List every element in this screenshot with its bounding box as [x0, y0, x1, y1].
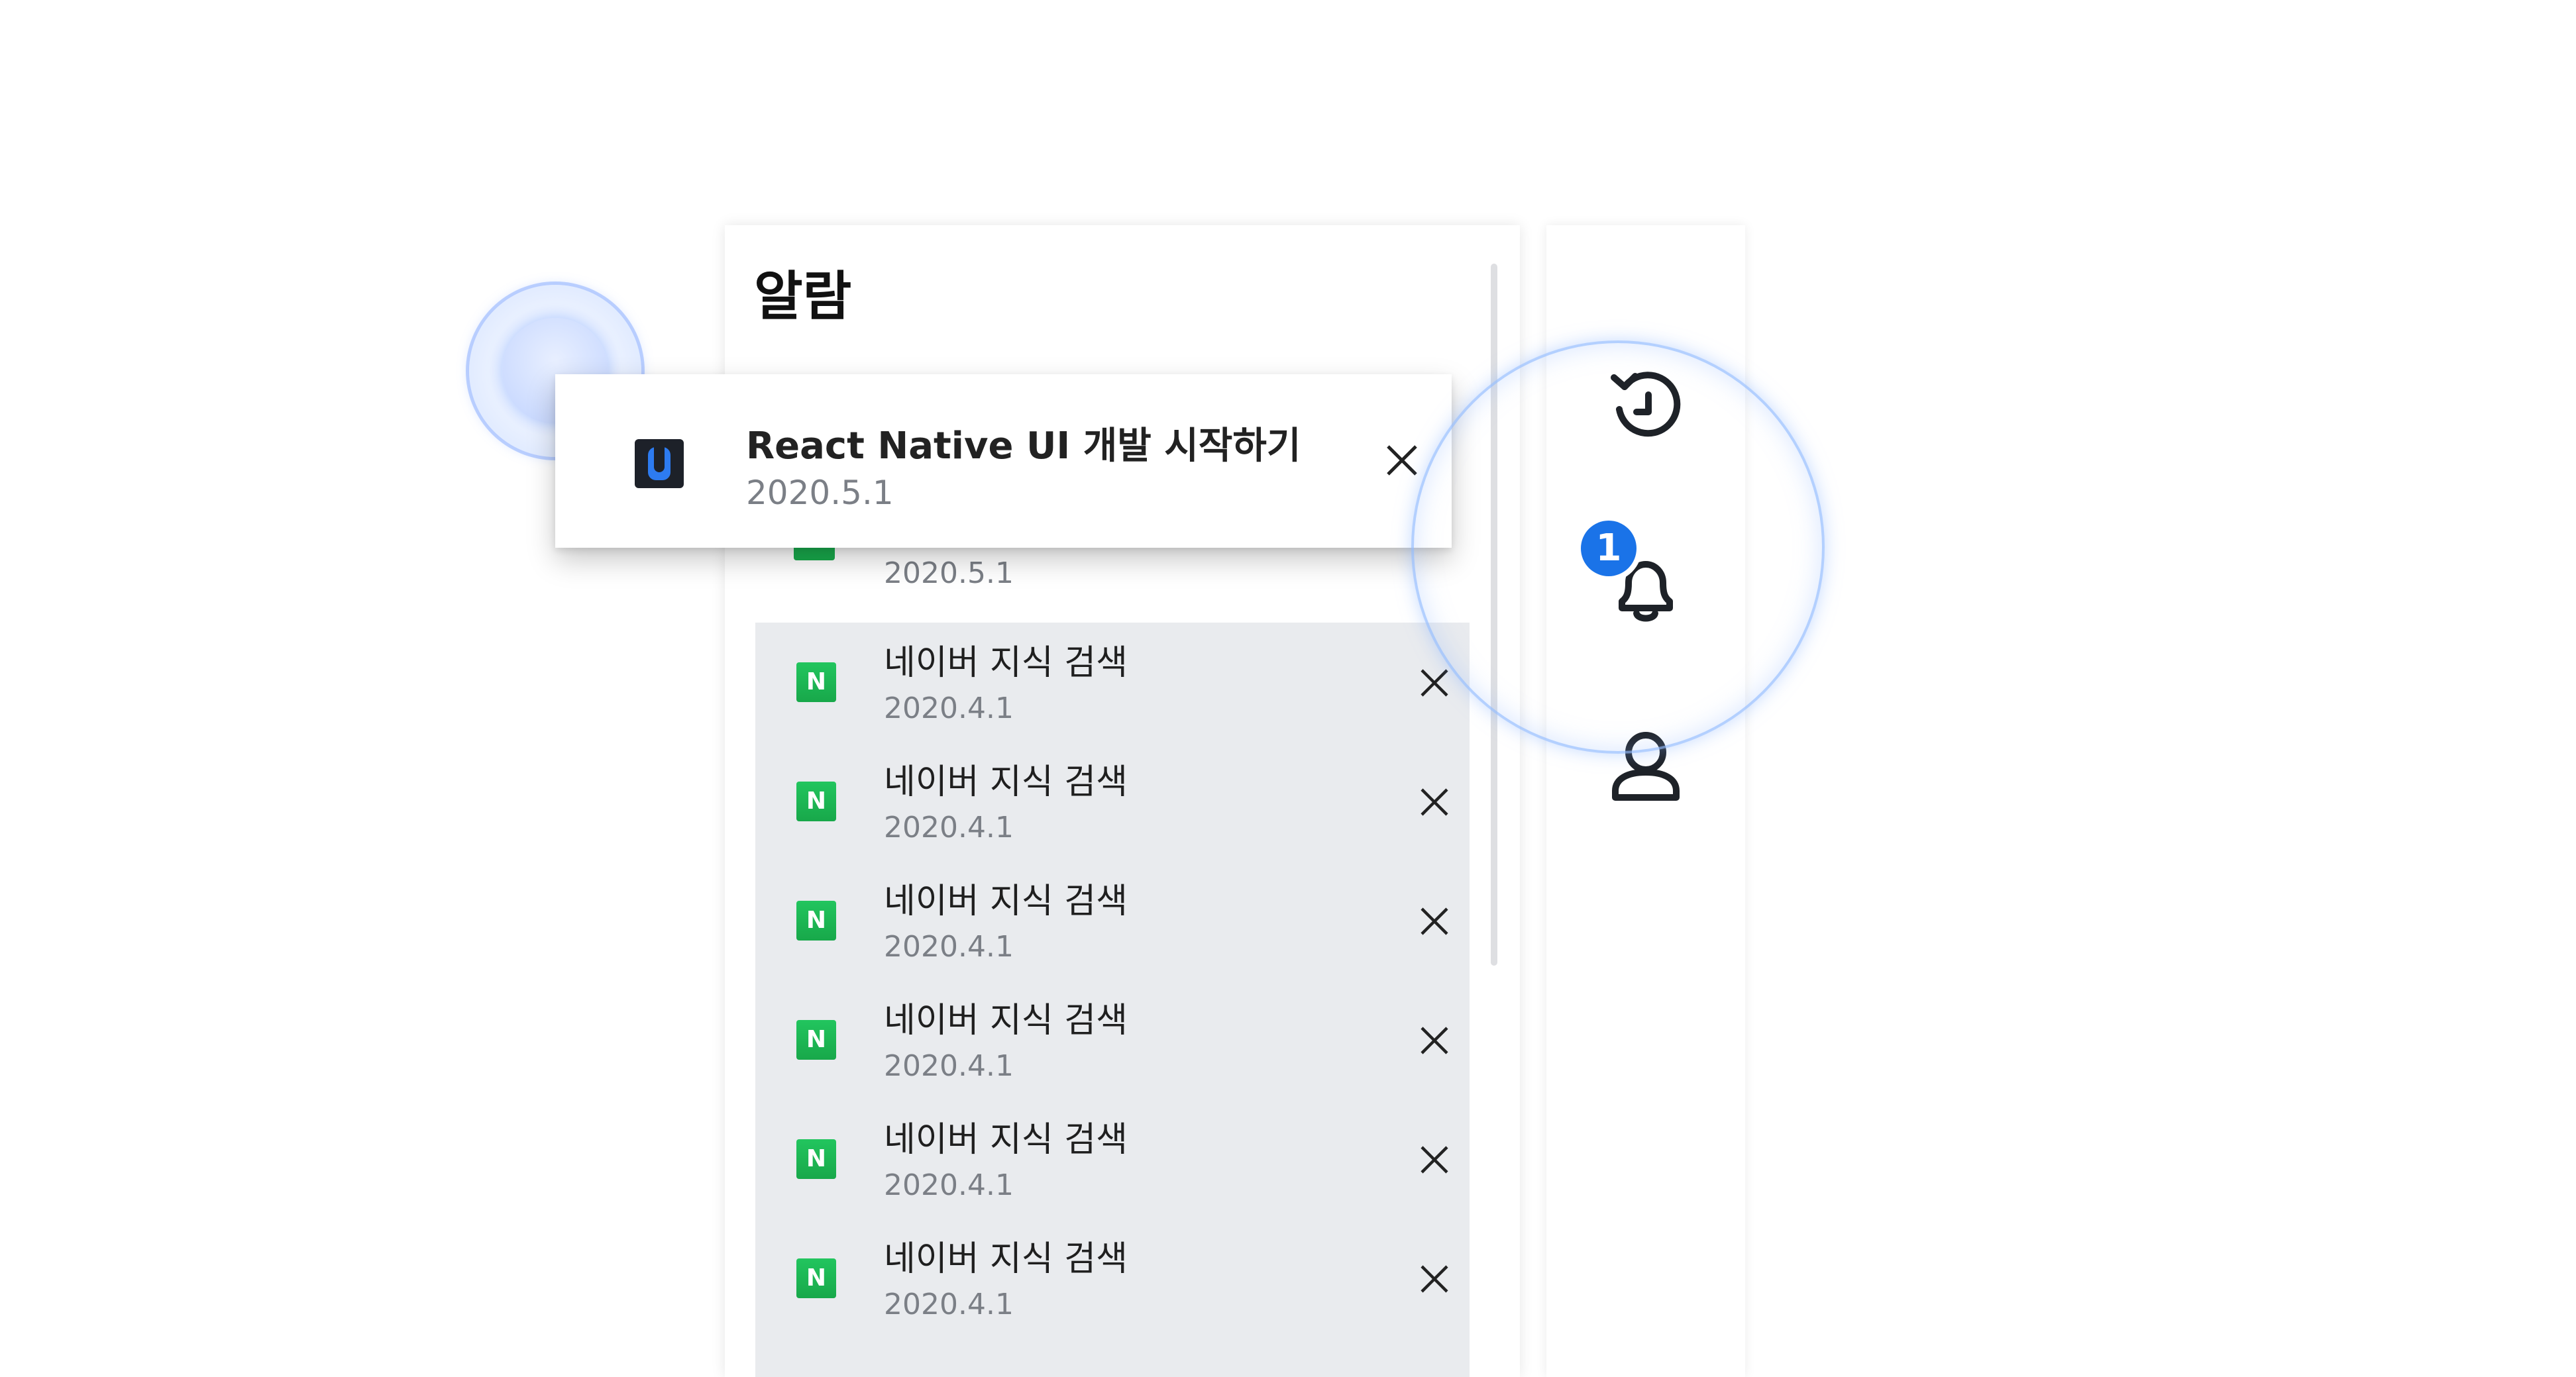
naver-logo-icon: N [796, 901, 836, 941]
close-icon[interactable] [1418, 1143, 1451, 1176]
list-item[interactable]: N 네이버 지식 검색 2020.4.1 [755, 1099, 1470, 1219]
close-icon[interactable] [1418, 1262, 1451, 1296]
notification-title: 네이버 지식 검색 [884, 882, 1128, 921]
notification-date: 2020.4.1 [884, 930, 1014, 964]
close-icon[interactable] [1418, 1024, 1451, 1057]
close-icon[interactable] [1418, 786, 1451, 819]
screen: 알람 N 네이버 지식 검색 2020.4.1 N 네이버 지식 검색 2020… [0, 0, 2576, 1377]
notification-date: 2020.4.1 [884, 1049, 1014, 1083]
panel-scrollbar[interactable] [1491, 264, 1497, 966]
notification-date: 2020.4.1 [884, 811, 1014, 844]
toast-date: 2020.5.1 [746, 474, 894, 512]
notification-title: 네이버 지식 검색 [884, 762, 1128, 802]
user-icon[interactable] [1607, 727, 1684, 804]
notification-badge: 1 [1581, 521, 1637, 576]
notification-date: 2020.4.1 [884, 1168, 1014, 1202]
notification-list: N 네이버 지식 검색 2020.4.1 N 네이버 지식 검색 2020.4.… [755, 623, 1470, 1377]
bell-icon[interactable]: 1 [1581, 521, 1684, 627]
notification-title: 네이버 지식 검색 [884, 1001, 1128, 1041]
list-item[interactable]: N 네이버 지식 검색 2020.4.1 [755, 980, 1470, 1099]
notification-date: 2020.4.1 [884, 691, 1014, 725]
naver-logo-icon: N [796, 1020, 836, 1060]
toast-notification[interactable]: React Native UI 개발 시작하기 2020.5.1 [555, 374, 1452, 548]
close-icon[interactable] [1418, 905, 1451, 938]
close-icon[interactable] [1418, 666, 1451, 699]
history-icon[interactable] [1607, 368, 1684, 445]
list-item[interactable]: N 네이버 지식 검색 2020.4.1 [755, 623, 1470, 742]
naver-logo-icon: N [796, 1258, 836, 1298]
close-icon[interactable] [1383, 442, 1421, 479]
app-logo-icon [635, 439, 684, 488]
naver-logo-icon: N [796, 662, 836, 702]
toast-title: React Native UI 개발 시작하기 [746, 425, 1301, 468]
notification-title: 네이버 지식 검색 [884, 1120, 1128, 1160]
naver-logo-icon: N [796, 782, 836, 821]
list-item[interactable]: N 네이버 지식 검색 2020.4.1 [755, 742, 1470, 861]
sidebar: 1 [1546, 225, 1745, 1377]
list-item[interactable]: N 네이버 지식 검색 2020.4.1 [755, 1219, 1470, 1338]
notification-date: 2020.5.1 [884, 556, 1014, 590]
list-item[interactable]: N 네이버 지식 검색 2020.4.1 [755, 861, 1470, 980]
notification-title: 네이버 지식 검색 [884, 1239, 1128, 1279]
notification-date: 2020.4.1 [884, 1288, 1014, 1321]
panel-title: 알람 [754, 266, 852, 327]
notification-title: 네이버 지식 검색 [884, 643, 1128, 683]
naver-logo-icon: N [796, 1139, 836, 1179]
